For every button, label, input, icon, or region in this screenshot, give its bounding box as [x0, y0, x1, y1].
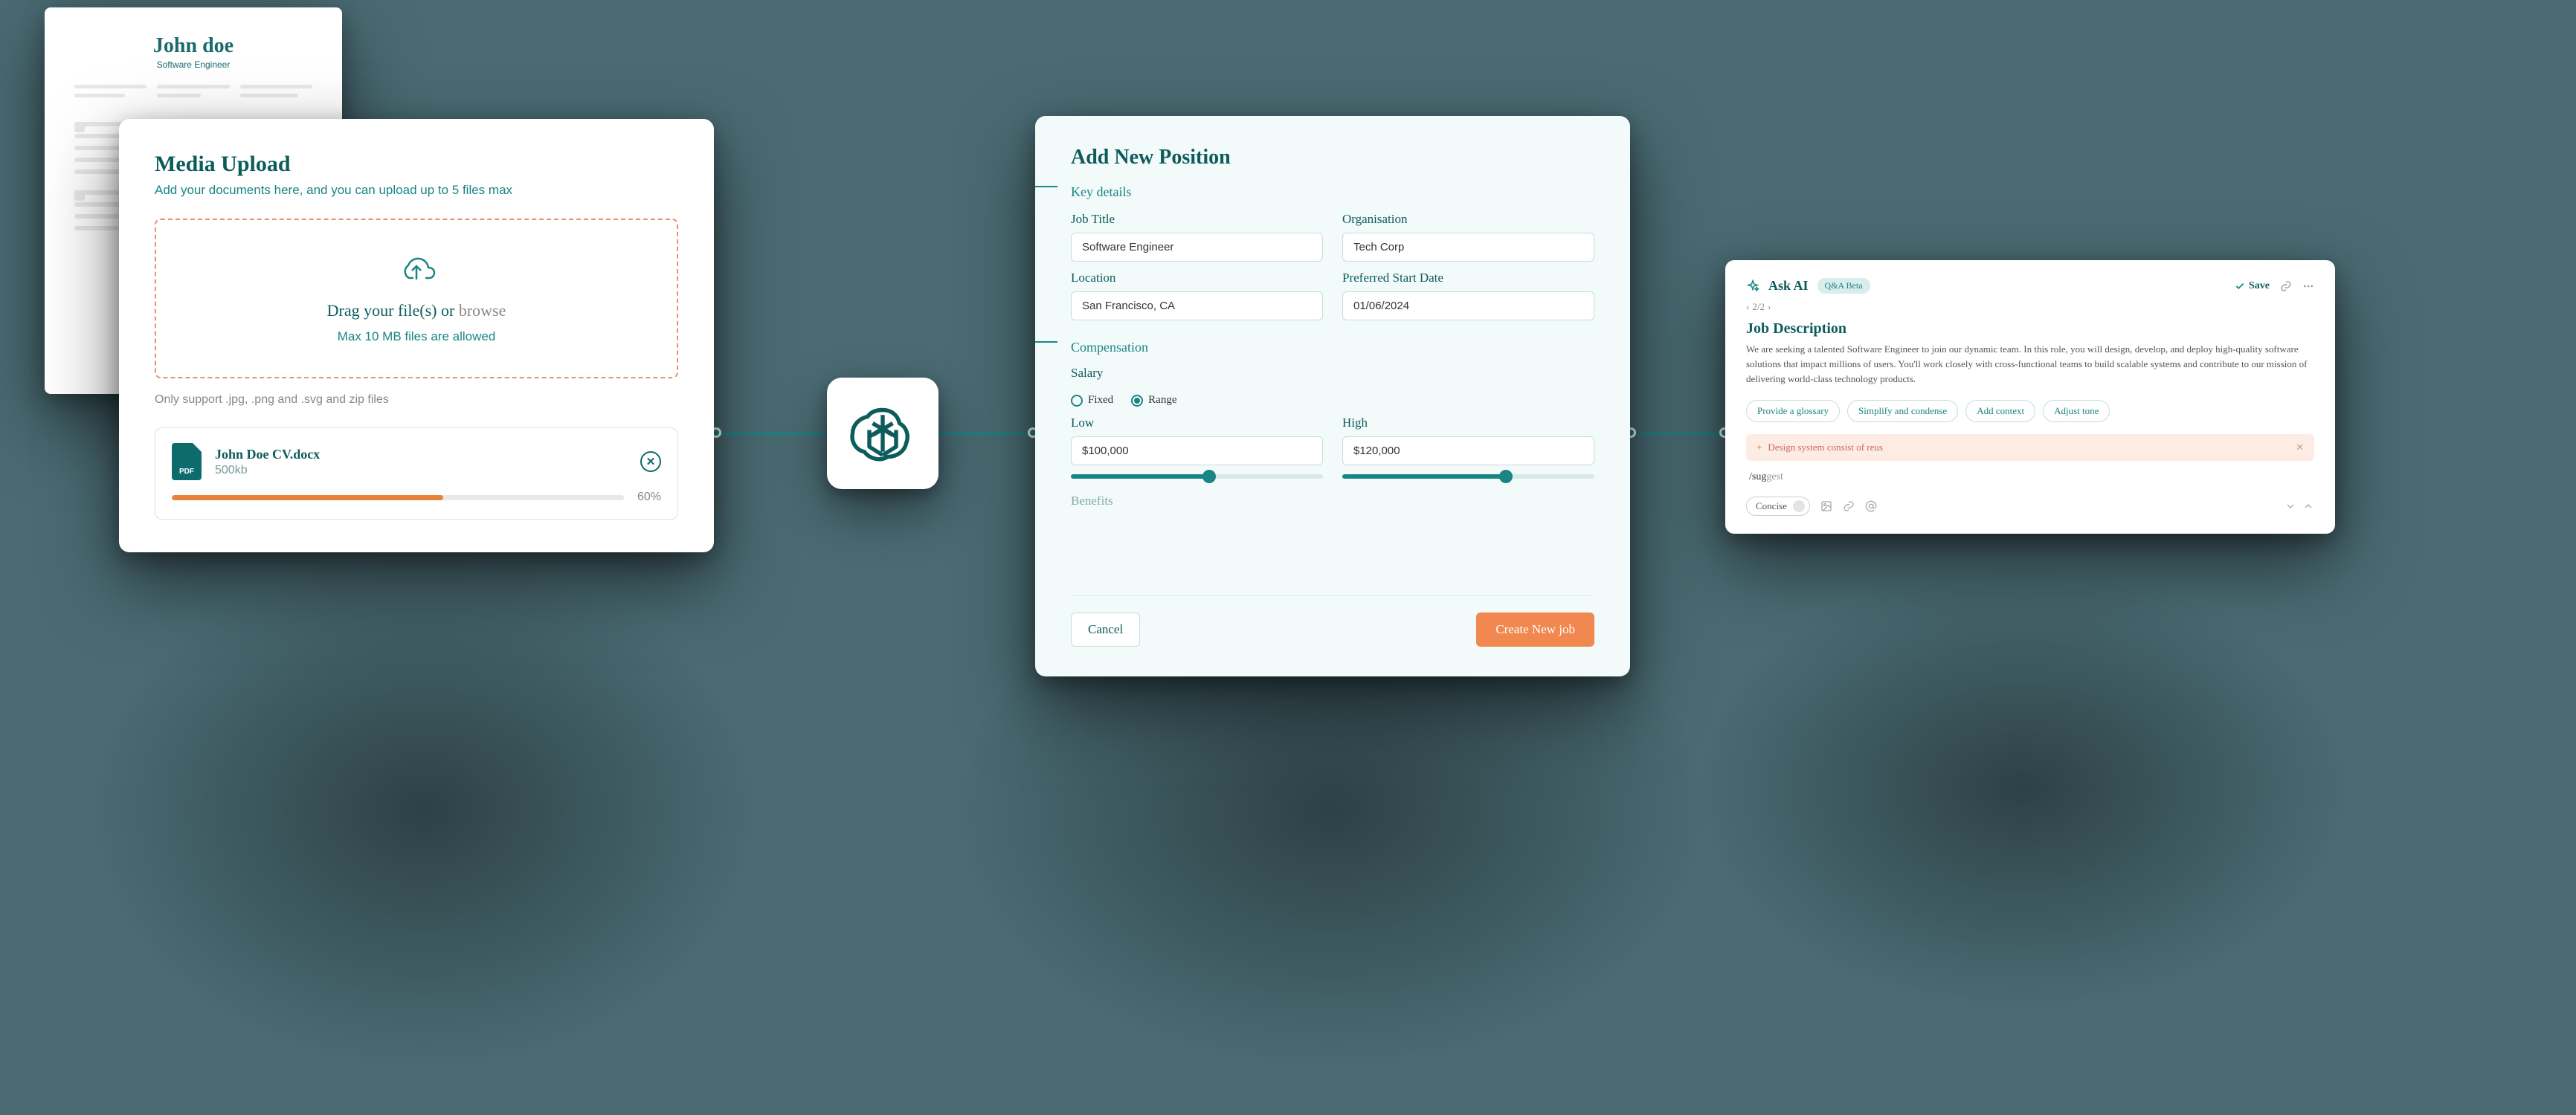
create-job-button[interactable]: Create New job	[1476, 613, 1594, 647]
salary-label: Salary	[1071, 366, 1594, 381]
add-position-card: Add New Position Key details Job Title O…	[1035, 116, 1630, 676]
file-row: PDF John Doe CV.docx 500kb ✕ 60%	[155, 427, 678, 520]
position-title: Add New Position	[1071, 146, 1594, 169]
salary-fixed-radio[interactable]: Fixed	[1071, 394, 1113, 407]
chip-simplify[interactable]: Simplify and condense	[1847, 400, 1958, 422]
link-icon[interactable]	[2280, 280, 2292, 292]
beta-badge: Q&A Beta	[1817, 278, 1870, 294]
drop-text: Drag your file(s) or browse	[171, 301, 662, 320]
support-text: Only support .jpg, .png and .svg and zip…	[155, 393, 678, 407]
sparkle-icon	[1746, 279, 1759, 293]
section-key-details: Key details	[1071, 184, 1131, 200]
cancel-button[interactable]: Cancel	[1071, 613, 1140, 647]
max-size-text: Max 10 MB files are allowed	[171, 329, 662, 344]
section-compensation: Compensation	[1071, 340, 1148, 355]
file-size: 500kb	[215, 464, 627, 477]
alert-text: Design system consist of reus	[1768, 442, 1883, 453]
organisation-label: Organisation	[1342, 212, 1594, 227]
job-title-input[interactable]	[1071, 233, 1323, 262]
pdf-file-icon: PDF	[172, 443, 202, 480]
media-upload-card: Media Upload Add your documents here, an…	[119, 119, 714, 552]
pager[interactable]: ‹ 2/2 ›	[1746, 301, 2314, 313]
more-icon[interactable]	[2302, 280, 2314, 292]
browse-link[interactable]: browse	[459, 301, 506, 320]
suggest-input[interactable]: /suggest	[1746, 471, 2314, 483]
pager-next-icon[interactable]: ›	[1768, 301, 1771, 313]
start-date-input[interactable]	[1342, 291, 1594, 320]
alert-close-icon[interactable]: ✕	[2296, 442, 2304, 453]
low-label: Low	[1071, 416, 1323, 430]
check-icon	[2235, 281, 2245, 291]
benefits-label-truncated: Benefits	[1071, 494, 1594, 508]
start-date-label: Preferred Start Date	[1342, 271, 1594, 285]
save-button[interactable]: Save	[2235, 280, 2270, 292]
salary-low-slider[interactable]	[1071, 474, 1323, 479]
chevron-down-icon[interactable]	[2284, 500, 2296, 512]
upload-progress-bar	[172, 495, 624, 500]
mention-icon[interactable]	[1865, 500, 1877, 512]
upload-subtitle: Add your documents here, and you can upl…	[155, 183, 678, 198]
resume-name: John doe	[74, 34, 312, 58]
job-title-label: Job Title	[1071, 212, 1323, 227]
pager-prev-icon[interactable]: ‹	[1746, 301, 1749, 313]
jd-title: Job Description	[1746, 320, 2314, 337]
file-name: John Doe CV.docx	[215, 447, 627, 462]
image-icon[interactable]	[1820, 500, 1832, 512]
salary-range-radio[interactable]: Range	[1131, 394, 1176, 407]
plus-icon: +	[1756, 442, 1762, 453]
openai-icon	[849, 400, 916, 467]
organisation-input[interactable]	[1342, 233, 1594, 262]
ask-ai-card: Ask AI Q&A Beta Save ‹ 2/2 › Job Descrip…	[1725, 260, 2335, 534]
upload-progress-pct: 60%	[637, 491, 661, 504]
salary-high-input[interactable]	[1342, 436, 1594, 465]
chip-tone[interactable]: Adjust tone	[2043, 400, 2110, 422]
location-input[interactable]	[1071, 291, 1323, 320]
cloud-upload-icon	[397, 253, 436, 284]
openai-logo-node	[827, 378, 938, 489]
ask-ai-title: Ask AI	[1768, 278, 1809, 294]
resume-title: Software Engineer	[74, 59, 312, 70]
remove-file-button[interactable]: ✕	[640, 451, 661, 472]
dropzone[interactable]: Drag your file(s) or browse Max 10 MB fi…	[155, 219, 678, 378]
concise-toggle[interactable]: Concise	[1746, 497, 1810, 516]
salary-low-input[interactable]	[1071, 436, 1323, 465]
chevron-up-icon[interactable]	[2302, 500, 2314, 512]
upload-title: Media Upload	[155, 152, 678, 177]
location-label: Location	[1071, 271, 1323, 285]
high-label: High	[1342, 416, 1594, 430]
attach-icon[interactable]	[1843, 500, 1855, 512]
jd-body: We are seeking a talented Software Engin…	[1746, 342, 2314, 387]
alert-banner: + Design system consist of reus ✕	[1746, 434, 2314, 461]
chip-row: Provide a glossary Simplify and condense…	[1746, 400, 2314, 422]
salary-high-slider[interactable]	[1342, 474, 1594, 479]
chip-glossary[interactable]: Provide a glossary	[1746, 400, 1840, 422]
chip-context[interactable]: Add context	[1965, 400, 2035, 422]
